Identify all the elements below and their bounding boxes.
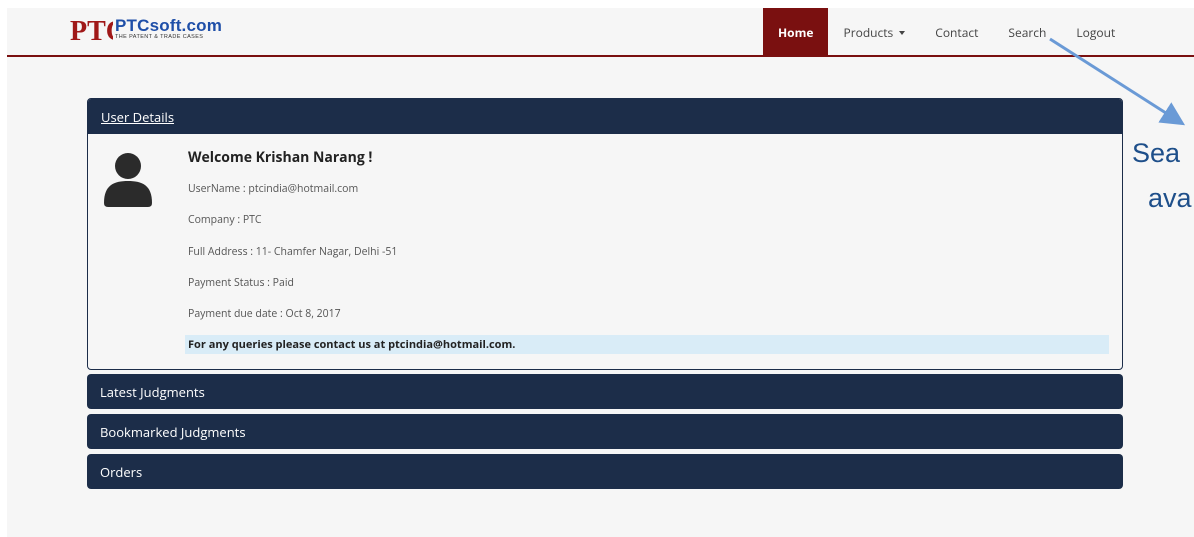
svg-text:PTC: PTC (70, 16, 113, 45)
payment-status-text: Payment Status : Paid (188, 276, 294, 290)
logo-tagline: THE PATENT & TRADE CASES (115, 34, 204, 41)
nav-contact[interactable]: Contact (920, 8, 993, 57)
nav-home[interactable]: Home (763, 8, 829, 57)
contact-notice: For any queries please contact us at ptc… (185, 335, 1109, 354)
ptc-logo-icon: PTC (70, 16, 113, 45)
user-details-panel: User Details Welcome Krishan Narang ! Us… (87, 98, 1123, 370)
site-logo[interactable]: PTC PTCsoft.com THE PATENT & TRADE CASES (69, 12, 222, 46)
user-details-heading[interactable]: User Details (88, 99, 1122, 134)
user-avatar-icon (104, 153, 152, 207)
address-text: Full Address : 11- Chamfer Nagar, Delhi … (188, 245, 398, 259)
annotation-text-line2: ava (1148, 183, 1192, 213)
navbar: PTC PTCsoft.com THE PATENT & TRADE CASES… (7, 8, 1194, 57)
bookmarked-judgments-heading[interactable]: Bookmarked Judgments (87, 414, 1123, 449)
annotation-text-line1: Sea (1132, 138, 1181, 168)
main-nav: Home Products Contact Search Logout (763, 8, 1130, 57)
nav-search[interactable]: Search (993, 8, 1061, 57)
welcome-message: Welcome Krishan Narang ! (188, 148, 373, 167)
user-details-body: Welcome Krishan Narang ! UserName : ptci… (88, 134, 1122, 369)
company-text: Company : PTC (188, 213, 262, 227)
logo-name: PTCsoft.com (115, 16, 223, 36)
orders-heading[interactable]: Orders (87, 454, 1123, 489)
username-text: UserName : ptcindia@hotmail.com (188, 182, 359, 196)
orders-panel[interactable]: Orders (87, 454, 1123, 489)
page: PTC PTCsoft.com THE PATENT & TRADE CASES… (7, 8, 1194, 537)
bookmarked-judgments-panel[interactable]: Bookmarked Judgments (87, 414, 1123, 449)
nav-logout[interactable]: Logout (1061, 8, 1130, 57)
caret-down-icon (899, 30, 906, 35)
latest-judgments-panel[interactable]: Latest Judgments (87, 374, 1123, 409)
nav-products[interactable]: Products (828, 8, 920, 57)
payment-due-text: Payment due date : Oct 8, 2017 (188, 307, 341, 321)
latest-judgments-heading[interactable]: Latest Judgments (87, 374, 1123, 409)
